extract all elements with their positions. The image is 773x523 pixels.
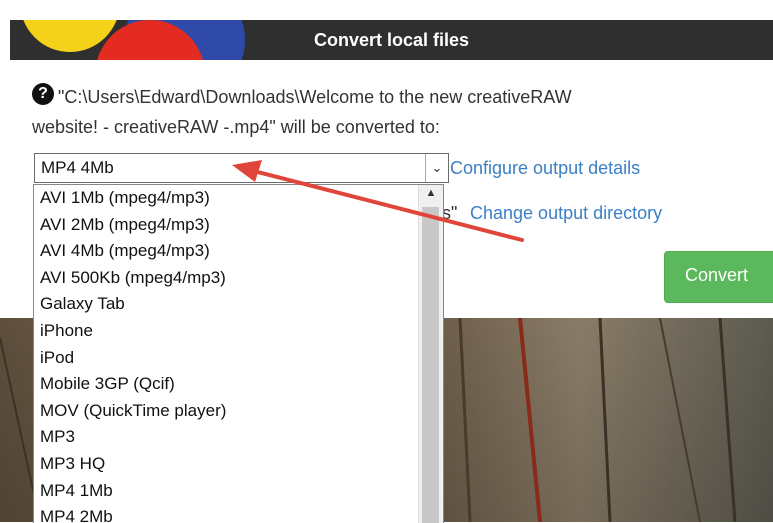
dialog-title: Convert local files [313,30,470,50]
convert-button[interactable]: Convert [664,251,773,303]
directory-text-fragment: s" [442,203,458,223]
list-item[interactable]: AVI 2Mb (mpeg4/mp3) [34,212,416,239]
list-item[interactable]: Galaxy Tab [34,291,416,318]
list-item[interactable]: Mobile 3GP (Qcif) [34,371,416,398]
dropdown-scrollbar[interactable]: ▲ [418,185,443,523]
selected-format: MP4 4Mb [41,158,114,177]
scrollbar-thumb[interactable] [422,207,439,523]
list-item[interactable]: AVI 4Mb (mpeg4/mp3) [34,238,416,265]
list-item[interactable]: iPhone [34,318,416,345]
message-line-2: website! - creativeRAW -.mp4" will be co… [32,117,440,137]
format-dropdown-list[interactable]: AVI 1Mb (mpeg4/mp3) AVI 2Mb (mpeg4/mp3) … [33,184,444,523]
convert-button-label: Convert [685,265,749,285]
triangle-up-icon[interactable]: ▲ [419,187,443,199]
list-item[interactable]: AVI 1Mb (mpeg4/mp3) [34,185,416,212]
change-directory-link[interactable]: Change output directory [470,203,662,224]
list-item[interactable]: MP4 1Mb [34,478,416,505]
list-item[interactable]: MP3 [34,424,416,451]
question-circle-icon[interactable]: ? [32,83,54,105]
dialog-header: Convert local files [10,20,773,60]
list-item[interactable]: MOV (QuickTime player) [34,398,416,425]
chevron-down-icon[interactable]: ⌄ [425,154,448,182]
list-item[interactable]: AVI 500Kb (mpeg4/mp3) [34,265,416,292]
list-item[interactable]: MP4 2Mb [34,504,416,523]
list-item[interactable]: MP3 HQ [34,451,416,478]
conversion-message: "C:\Users\Edward\Downloads\Welcome to th… [32,82,752,142]
message-line-1: "C:\Users\Edward\Downloads\Welcome to th… [58,87,572,107]
output-format-select[interactable]: MP4 4Mb ⌄ [34,153,449,183]
configure-output-link[interactable]: Configure output details [450,158,640,179]
list-item[interactable]: iPod [34,345,416,372]
